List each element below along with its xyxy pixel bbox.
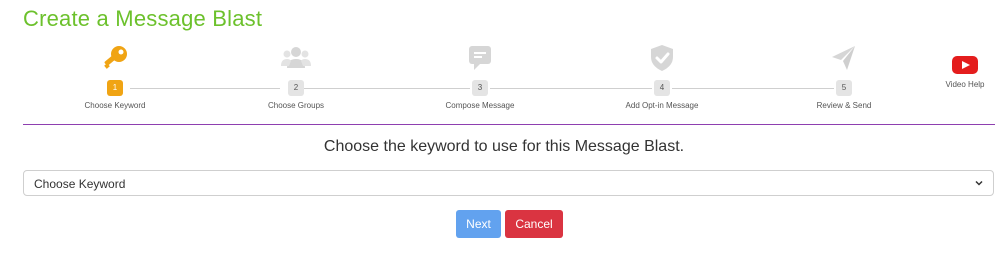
video-help-label: Video Help — [945, 80, 985, 89]
keyword-select-value: Choose Keyword — [34, 177, 126, 191]
step-label: Choose Groups — [267, 101, 325, 110]
step-number: 4 — [654, 80, 670, 96]
wizard-steps: 1 Choose Keyword 2 Choose Groups 3 Compo… — [0, 44, 1008, 120]
step-connector — [130, 88, 280, 89]
step-number: 1 — [107, 80, 123, 96]
step-review-send[interactable]: 5 Review & Send — [784, 44, 904, 110]
send-icon — [832, 46, 855, 70]
chevron-down-icon — [975, 180, 983, 186]
step-add-opt-in-message[interactable]: 4 Add Opt-in Message — [602, 44, 722, 110]
shield-check-icon — [651, 45, 673, 71]
step-choose-groups[interactable]: 2 Choose Groups — [236, 44, 356, 110]
section-divider — [23, 124, 995, 125]
message-icon — [469, 46, 491, 70]
step-compose-message[interactable]: 3 Compose Message — [420, 44, 540, 110]
next-button[interactable]: Next — [456, 210, 501, 238]
youtube-icon — [952, 56, 978, 74]
step-connector — [672, 88, 834, 89]
step-connector — [304, 88, 470, 89]
step-choose-keyword[interactable]: 1 Choose Keyword — [55, 44, 175, 110]
step-number: 5 — [836, 80, 852, 96]
video-help-link[interactable]: Video Help — [938, 56, 992, 89]
step-number: 2 — [288, 80, 304, 96]
keyword-prompt: Choose the keyword to use for this Messa… — [323, 138, 685, 155]
page-title: Create a Message Blast — [23, 6, 263, 31]
step-label: Choose Keyword — [84, 101, 146, 110]
key-icon — [104, 46, 127, 69]
step-number: 3 — [472, 80, 488, 96]
step-label: Review & Send — [816, 101, 872, 110]
step-connector — [490, 88, 652, 89]
step-label: Compose Message — [445, 101, 515, 110]
users-icon — [281, 47, 311, 68]
keyword-select[interactable]: Choose Keyword — [23, 170, 994, 196]
cancel-button[interactable]: Cancel — [505, 210, 563, 238]
step-label: Add Opt-in Message — [625, 101, 699, 110]
